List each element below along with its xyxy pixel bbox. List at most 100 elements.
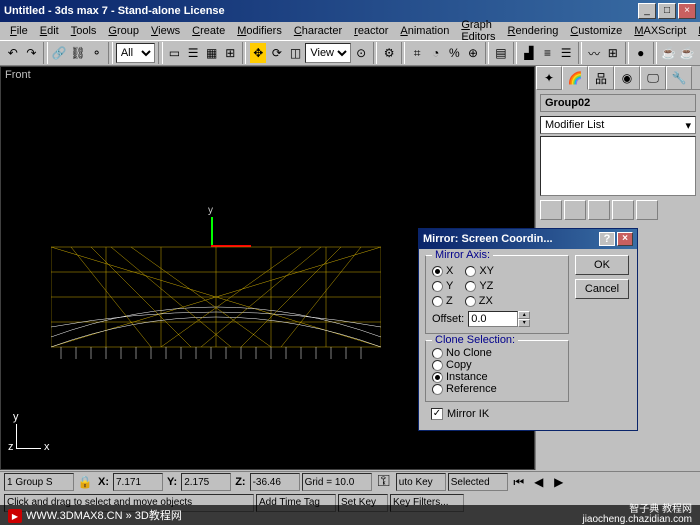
snap-button[interactable]: ⌗ — [408, 42, 426, 64]
align-button[interactable]: ≡ — [539, 42, 557, 64]
z-coord[interactable]: -36.46 — [250, 473, 300, 491]
hierarchy-tab[interactable]: 品 — [588, 66, 614, 90]
offset-down-button[interactable]: ▾ — [518, 319, 530, 327]
menu-views[interactable]: Views — [145, 23, 186, 39]
create-tab[interactable]: ✦ — [536, 66, 562, 90]
offset-input[interactable] — [468, 311, 518, 327]
close-button[interactable]: × — [678, 3, 696, 19]
show-end-result-button[interactable] — [564, 200, 586, 220]
offset-label: Offset: — [432, 313, 464, 325]
y-coord[interactable]: 2.175 — [181, 473, 231, 491]
offset-up-button[interactable]: ▴ — [518, 311, 530, 319]
object-name-field[interactable]: Group02 — [540, 94, 696, 112]
titlebar: Untitled - 3ds max 7 - Stand-alone Licen… — [0, 0, 700, 22]
angle-snap-button[interactable]: ◔ — [427, 42, 445, 64]
menu-file[interactable]: File — [4, 23, 34, 39]
menu-edit[interactable]: Edit — [34, 23, 65, 39]
center-button[interactable]: ⊙ — [352, 42, 370, 64]
pin-stack-button[interactable] — [540, 200, 562, 220]
menu-modifiers[interactable]: Modifiers — [231, 23, 288, 39]
menubar: File Edit Tools Group Views Create Modif… — [0, 22, 700, 40]
axis-y-radio[interactable]: Y — [432, 280, 453, 292]
cancel-button[interactable]: Cancel — [575, 279, 629, 299]
refcoord-select[interactable]: View — [305, 43, 351, 63]
menu-maxscript[interactable]: MAXScript — [628, 23, 692, 39]
dialog-help-button[interactable]: ? — [599, 232, 615, 246]
modifier-stack[interactable] — [540, 136, 696, 196]
material-button[interactable]: ● — [632, 42, 650, 64]
axis-yz-radio[interactable]: YZ — [465, 280, 493, 292]
menu-grapheditors[interactable]: Graph Editors — [455, 17, 501, 45]
clone-none-radio[interactable]: No Clone — [432, 347, 562, 359]
modify-tab[interactable]: 🌈 — [562, 66, 588, 90]
menu-help[interactable]: Help — [692, 23, 700, 39]
undo-button[interactable]: ↶ — [4, 42, 22, 64]
named-selection-button[interactable]: ▤ — [492, 42, 510, 64]
redo-button[interactable]: ↷ — [23, 42, 41, 64]
maximize-button[interactable]: □ — [658, 3, 676, 19]
quick-render-button[interactable]: ☕ — [679, 42, 697, 64]
percent-snap-button[interactable]: % — [446, 42, 464, 64]
menu-create[interactable]: Create — [186, 23, 231, 39]
select-region-button[interactable]: ▦ — [203, 42, 221, 64]
configure-sets-button[interactable] — [636, 200, 658, 220]
select-name-button[interactable]: ☰ — [184, 42, 202, 64]
prev-frame-button[interactable]: ◀ — [530, 473, 548, 491]
axis-xy-radio[interactable]: XY — [465, 265, 494, 277]
dialog-title: Mirror: Screen Coordin... — [423, 233, 599, 245]
mirror-ik-checkbox[interactable]: ✓Mirror IK — [431, 408, 563, 420]
goto-start-button[interactable]: ⏮ — [510, 473, 528, 491]
mirror-dialog: Mirror: Screen Coordin... ? × Mirror Axi… — [418, 228, 638, 431]
clone-selection-group: Clone Selection: No Clone Copy Instance … — [425, 340, 569, 402]
make-unique-button[interactable] — [588, 200, 610, 220]
axis-x-radio[interactable]: X — [432, 265, 453, 277]
utilities-tab[interactable]: 🔧 — [666, 66, 692, 90]
minimize-button[interactable]: _ — [638, 3, 656, 19]
unlink-button[interactable]: ⛓ — [69, 42, 87, 64]
menu-animation[interactable]: Animation — [394, 23, 455, 39]
rotate-button[interactable]: ⟳ — [268, 42, 286, 64]
clone-copy-radio[interactable]: Copy — [432, 359, 562, 371]
watermark: ▶WWW.3DMAX8.CN » 3D教程网 智子典 教程网 jiaocheng… — [0, 505, 700, 525]
select-button[interactable]: ▭ — [166, 42, 184, 64]
menu-group[interactable]: Group — [102, 23, 145, 39]
move-button[interactable]: ✥ — [249, 42, 267, 64]
modifier-list-dropdown[interactable]: Modifier List ▾ — [540, 116, 696, 134]
menu-rendering[interactable]: Rendering — [502, 23, 565, 39]
axis-z-radio[interactable]: Z — [432, 295, 453, 307]
display-tab[interactable]: 🖵 — [640, 66, 666, 90]
schematic-button[interactable]: ⊞ — [604, 42, 622, 64]
link-button[interactable]: 🔗 — [51, 42, 69, 64]
menu-reactor[interactable]: reactor — [348, 23, 394, 39]
clone-reference-radio[interactable]: Reference — [432, 383, 562, 395]
axis-zx-radio[interactable]: ZX — [465, 295, 493, 307]
keyfilter-select[interactable]: Selected — [448, 473, 508, 491]
mirror-axis-group: Mirror Axis: X XY Y YZ Z ZX Offset: — [425, 255, 569, 334]
ok-button[interactable]: OK — [575, 255, 629, 275]
menu-tools[interactable]: Tools — [65, 23, 103, 39]
render-scene-button[interactable]: ☕ — [660, 42, 678, 64]
menu-character[interactable]: Character — [288, 23, 348, 39]
manipulate-button[interactable]: ⚙ — [380, 42, 398, 64]
dialog-close-button[interactable]: × — [617, 232, 633, 246]
layers-button[interactable]: ☰ — [557, 42, 575, 64]
spinner-snap-button[interactable]: ⊕ — [464, 42, 482, 64]
bind-button[interactable]: ⚬ — [88, 42, 106, 64]
remove-modifier-button[interactable] — [612, 200, 634, 220]
play-button[interactable]: ▶ — [550, 473, 568, 491]
wireframe-model — [51, 237, 381, 367]
curve-editor-button[interactable]: 〰 — [585, 42, 603, 64]
main-toolbar: ↶ ↷ 🔗 ⛓ ⚬ All ▭ ☰ ▦ ⊞ ✥ ⟳ ◫ View ⊙ ⚙ ⌗ ◔… — [0, 40, 700, 66]
motion-tab[interactable]: ◉ — [614, 66, 640, 90]
viewport-label: Front — [5, 69, 31, 81]
scale-button[interactable]: ◫ — [287, 42, 305, 64]
window-crossing-button[interactable]: ⊞ — [222, 42, 240, 64]
mirror-button[interactable]: ▟ — [520, 42, 538, 64]
menu-customize[interactable]: Customize — [564, 23, 628, 39]
lock-button[interactable]: 🔒 — [76, 473, 94, 491]
grid-status: Grid = 10.0 — [302, 473, 372, 491]
autokey-button[interactable]: uto Key — [396, 473, 446, 491]
selection-filter[interactable]: All — [116, 43, 155, 63]
clone-instance-radio[interactable]: Instance — [432, 371, 562, 383]
x-coord[interactable]: 7.171 — [113, 473, 163, 491]
